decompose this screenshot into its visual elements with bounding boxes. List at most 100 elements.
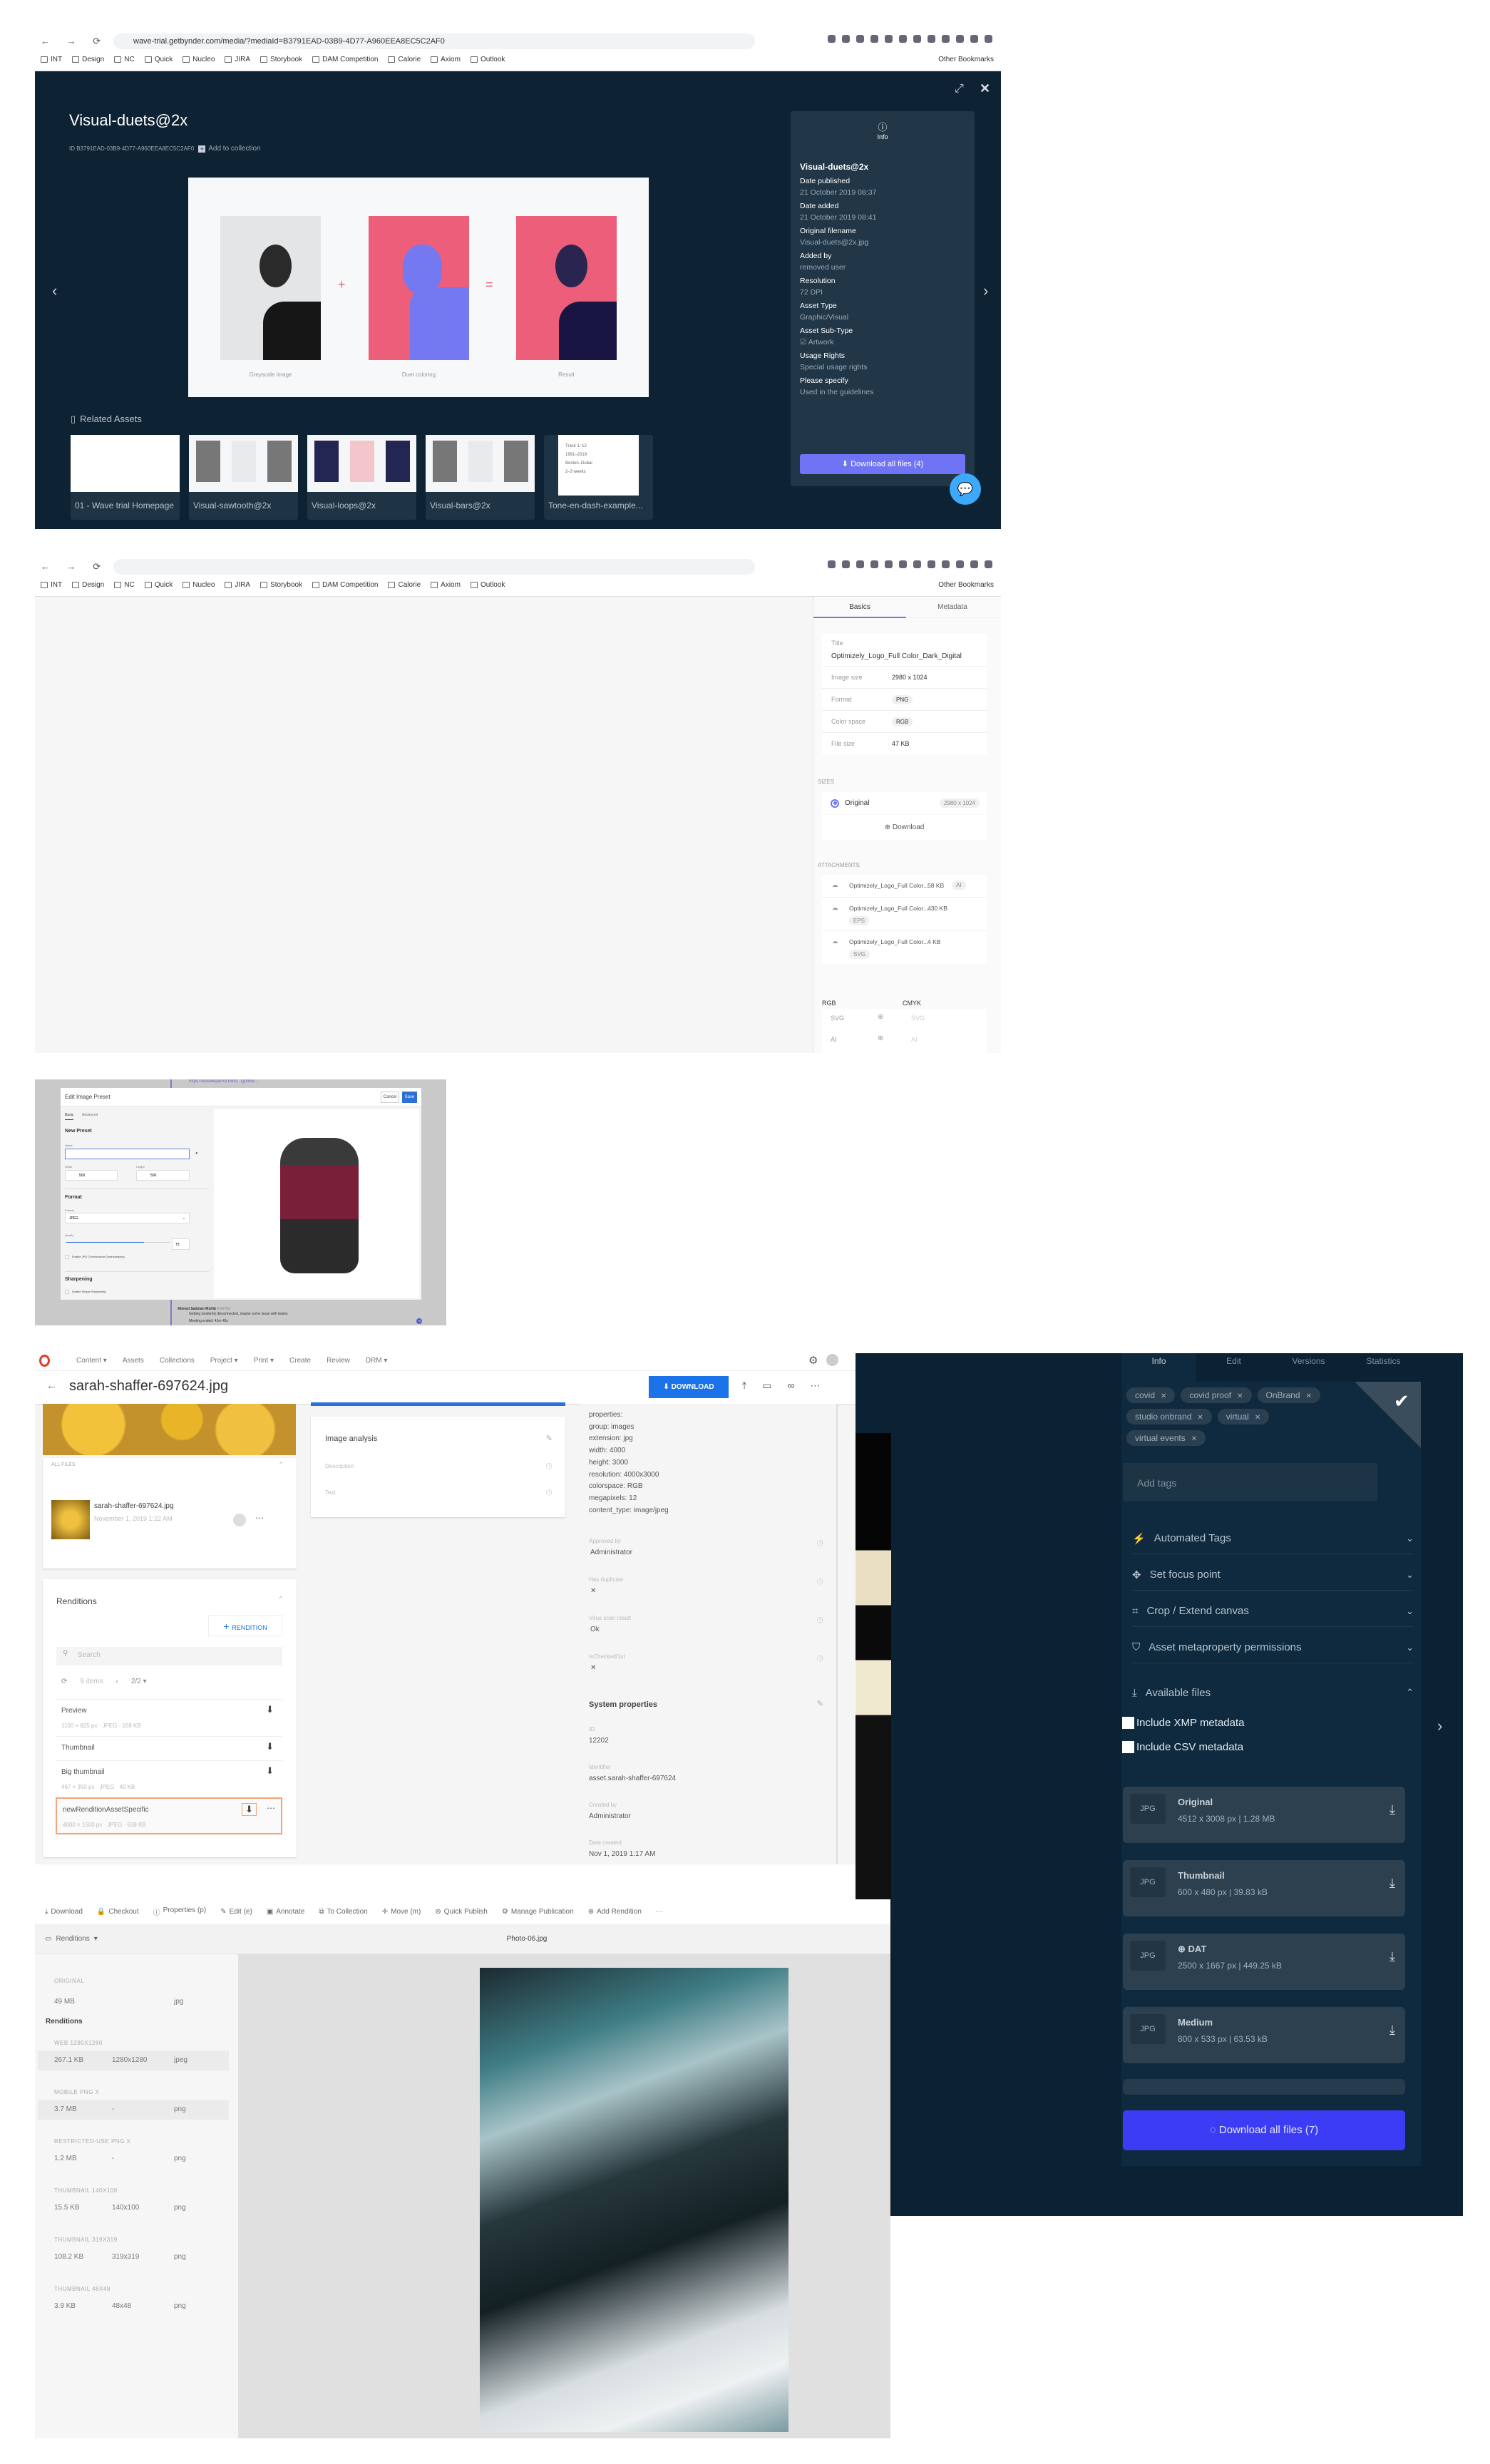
attachment-row[interactable]: ☁ Optimizely_Logo_Full Color... 4 KB SVG [822,930,987,964]
address-bar[interactable] [113,559,755,575]
nav-item[interactable]: Collections [160,1357,195,1365]
toolbar-to-collection[interactable]: ⧉ To Collection [319,1908,367,1916]
more-icon[interactable]: ⋯ [267,1803,275,1813]
tab-edit[interactable]: Edit [1196,1353,1271,1382]
save-button[interactable]: Save [402,1092,417,1103]
include-csv-checkbox[interactable]: Include CSV metadata [1122,1741,1243,1753]
radio-selected-icon[interactable] [831,799,839,808]
bookmark[interactable]: DAM Competition [312,581,378,589]
cloud-download-icon[interactable]: ⊕ [878,1035,883,1042]
rendition-row[interactable]: 267.1 KB 1280x1280 jpeg [38,2050,229,2070]
bookmark[interactable]: NC [114,581,135,589]
rendition-row[interactable]: 1.2 MB - png [38,2149,229,2169]
toolbar-download[interactable]: ⤓ Download [45,1908,83,1916]
download-icon[interactable]: ⤓ [1389,1949,1395,1964]
nav-item[interactable]: Content ▾ [76,1357,107,1365]
toolbar-edit-e[interactable]: ✎ Edit (e) [220,1908,252,1916]
tab-versions[interactable]: Versions [1271,1353,1346,1382]
bookmark[interactable]: JIRA [225,56,250,63]
history-icon[interactable]: ◷ [816,1576,823,1586]
cloud-download-icon[interactable]: ⊕ [878,1013,883,1021]
remove-tag-icon[interactable]: ✕ [1161,1392,1166,1400]
previous-page-icon[interactable]: ‹ [116,1678,118,1685]
nav-item[interactable]: Review [327,1357,350,1365]
bookmark[interactable]: Quick [144,581,173,589]
add-to-collection-link[interactable]: + Add to collection [198,145,261,153]
bookmark[interactable]: Calorie [388,581,421,589]
app-logo[interactable] [39,1355,50,1367]
chroma-checkbox[interactable]: Enable JPG Chrominance Downsampling [65,1255,125,1259]
nav-item[interactable]: Create [289,1357,311,1365]
rendition-row[interactable]: 108.2 KB 319x319 png [38,2247,229,2267]
other-bookmarks[interactable]: Other Bookmarks [938,56,994,63]
bookmark[interactable]: JIRA [225,581,250,589]
rendition-search-input[interactable]: ⚲ Search [56,1647,282,1665]
toolbar-more[interactable]: ··· [656,1908,663,1916]
bookmark[interactable]: NC [114,56,135,63]
format-select[interactable]: JPEG ⌄ [65,1213,190,1223]
bookmark[interactable]: Axiom [431,581,461,589]
related-asset-card[interactable]: 01 - Wave trial Homepage [71,435,180,520]
star-icon[interactable] [233,1514,246,1526]
toolbar-checkout[interactable]: 🔒 Checkout [97,1908,139,1916]
bookmark[interactable]: Storybook [260,581,302,589]
rendition-row[interactable]: 3.7 MB - png [38,2100,229,2120]
tab-advanced[interactable]: Advanced [82,1113,98,1117]
toolbar-add-rendition[interactable]: ⊕ Add Rendition [588,1908,642,1916]
tag-chip[interactable]: covid proof ✕ [1181,1387,1252,1403]
refresh-icon[interactable]: ⟳ [61,1678,67,1685]
file-card[interactable]: JPG ⊕ DAT 2500 x 1667 px | 449.25 kB ⤓ [1123,1934,1405,1990]
bookmark[interactable]: Calorie [388,56,421,63]
info-icon[interactable]: ● [195,1151,198,1156]
participants-badge[interactable]: +2 [416,1318,422,1324]
bookmark[interactable]: Storybook [260,56,302,63]
bookmark[interactable]: Quick [144,56,173,63]
bookmark[interactable]: Outlook [470,581,505,589]
gear-icon[interactable]: ⚙ [808,1354,818,1367]
remove-tag-icon[interactable]: ✕ [1255,1414,1260,1422]
chevron-up-icon[interactable]: ^ [279,1461,282,1467]
file-card[interactable]: JPG Original 4512 x 3008 px | 1.28 MB ⤓ [1123,1787,1405,1843]
upload-icon[interactable]: ⤒ [742,1380,746,1392]
bookmark[interactable]: Outlook [470,56,505,63]
tag-chip[interactable]: virtual ✕ [1217,1409,1270,1424]
download-icon[interactable]: ⬇ [266,1765,274,1777]
bookmark[interactable]: Nucleo [183,581,215,589]
include-xmp-checkbox[interactable]: Include XMP metadata [1122,1717,1244,1729]
toolbar-quick-publish[interactable]: ⊛ Quick Publish [435,1908,488,1916]
nav-item[interactable]: Project ▾ [210,1357,238,1365]
related-asset-card[interactable]: Visual-sawtooth@2x [189,435,298,520]
history-icon[interactable]: ◷ [816,1615,823,1624]
remove-tag-icon[interactable]: ✕ [1197,1414,1203,1422]
close-icon[interactable]: ✕ [980,81,990,96]
bookmark[interactable]: Axiom [431,56,461,63]
attachment-row[interactable]: ☁ Optimizely_Logo_Full Color... 430 KB EPS [822,897,987,930]
chat-bubble-icon[interactable]: 💬 [950,473,981,505]
tag-chip[interactable]: virtual events ✕ [1126,1430,1206,1446]
download-button[interactable]: ⊕ Download [822,815,987,840]
link-icon[interactable]: ∞ [787,1380,794,1392]
history-icon[interactable]: ◷ [816,1538,823,1547]
bookmark[interactable]: Design [72,581,104,589]
info-icon[interactable]: ⓘ [800,120,965,133]
more-icon[interactable]: ⋯ [810,1380,820,1392]
rendition-row[interactable]: 15.5 KB 140x100 png [38,2198,229,2218]
available-files-header[interactable]: ⤓ Available files ⌃ [1132,1677,1414,1708]
rendition-row[interactable]: Big thumbnail 467 × 350 px · JPEG · 40 KB… [56,1760,282,1797]
original-row[interactable]: 49 MB jpg [38,1992,229,2012]
extension-icons[interactable] [828,35,992,43]
toolbar-annotate[interactable]: ▣ Annotate [267,1908,305,1916]
quality-input[interactable]: 75 [172,1238,190,1250]
expand-icon[interactable]: ⤢ [955,83,964,96]
toolbar-properties-p[interactable]: ⓘ Properties (p) [153,1906,207,1917]
remove-tag-icon[interactable]: ✕ [1191,1435,1197,1443]
tag-chip[interactable]: OnBrand ✕ [1257,1387,1320,1403]
toolbar-manage-publication[interactable]: ⚙ Manage Publication [502,1908,574,1916]
rendition-row[interactable]: Preview 1100 × 825 px · JPEG · 168 KB ⬇ [56,1699,282,1736]
bookmark[interactable]: INT [41,56,62,63]
nav-item[interactable]: Assets [123,1357,144,1365]
download-icon[interactable]: ⬇ [266,1704,274,1715]
avatar[interactable] [826,1354,838,1366]
next-arrow-icon[interactable]: › [983,282,988,300]
renditions-dropdown[interactable]: ▭ Renditions ▾ [45,1935,98,1943]
